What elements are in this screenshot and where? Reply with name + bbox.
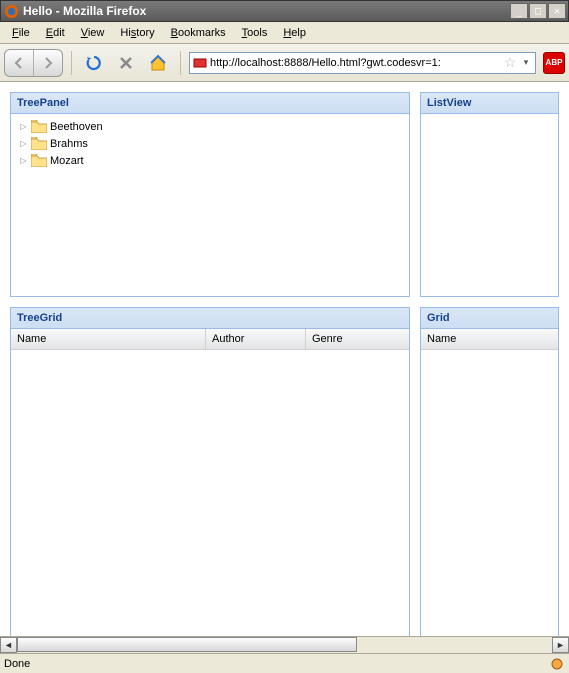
site-favicon-icon — [192, 55, 208, 71]
menu-bookmarks[interactable]: Bookmarks — [163, 25, 234, 41]
folder-icon — [31, 137, 47, 150]
window-title: Hello - Mozilla Firefox — [23, 4, 510, 18]
menu-help[interactable]: Help — [275, 25, 314, 41]
tree-node[interactable]: ▷ Mozart — [15, 152, 405, 169]
navigation-toolbar: ☆ ▾ ABP — [0, 44, 569, 82]
close-button[interactable]: ✕ — [548, 3, 566, 19]
expand-icon[interactable]: ▷ — [19, 139, 28, 148]
scroll-thumb[interactable] — [17, 637, 357, 652]
window-titlebar: Hello - Mozilla Firefox _ □ ✕ — [0, 0, 569, 22]
panel-treegrid: TreeGrid Name Author Genre — [10, 307, 410, 636]
column-header-name[interactable]: Name — [421, 329, 551, 349]
menu-history[interactable]: History — [112, 25, 162, 41]
bookmark-star-icon[interactable]: ☆ — [501, 54, 519, 71]
folder-icon — [31, 120, 47, 133]
scroll-track[interactable] — [17, 637, 552, 653]
tree-node[interactable]: ▷ Brahms — [15, 135, 405, 152]
url-dropdown-icon[interactable]: ▾ — [519, 57, 533, 68]
window-controls: _ □ ✕ — [510, 3, 566, 19]
firebug-icon[interactable] — [549, 656, 565, 672]
menu-tools[interactable]: Tools — [234, 25, 276, 41]
panel-treegrid-header: TreeGrid — [11, 308, 409, 329]
panel-listview-header: ListView — [421, 93, 558, 114]
url-bar: ☆ ▾ — [189, 52, 536, 74]
tree-node[interactable]: ▷ Beethoven — [15, 118, 405, 135]
forward-button[interactable] — [34, 50, 62, 76]
grid-columns: Name — [421, 329, 558, 350]
expand-icon[interactable]: ▷ — [19, 122, 28, 131]
column-header-name[interactable]: Name — [11, 329, 206, 349]
stop-button[interactable] — [112, 49, 140, 77]
scroll-left-button[interactable]: ◄ — [0, 637, 17, 653]
menubar: File Edit View History Bookmarks Tools H… — [0, 22, 569, 44]
home-button[interactable] — [144, 49, 172, 77]
firefox-icon — [3, 3, 19, 19]
panel-grid-body: Name — [421, 329, 558, 636]
url-input[interactable] — [208, 57, 501, 69]
adblock-icon[interactable]: ABP — [543, 52, 565, 74]
menu-file[interactable]: File — [4, 25, 38, 41]
panel-listview: ListView — [420, 92, 559, 297]
minimize-button[interactable]: _ — [510, 3, 528, 19]
folder-icon — [31, 154, 47, 167]
column-header-genre[interactable]: Genre — [306, 329, 406, 349]
panel-treegrid-body: Name Author Genre — [11, 329, 409, 636]
menu-view[interactable]: View — [73, 25, 113, 41]
nav-arrows — [4, 49, 63, 77]
horizontal-scrollbar: ◄ ► — [0, 636, 569, 653]
menu-edit[interactable]: Edit — [38, 25, 73, 41]
panel-grid: Grid Name — [420, 307, 559, 636]
statusbar: Done — [0, 653, 569, 673]
panel-listview-body — [421, 114, 558, 296]
maximize-button[interactable]: □ — [529, 3, 547, 19]
expand-icon[interactable]: ▷ — [19, 156, 28, 165]
back-button[interactable] — [5, 50, 33, 76]
tree-label: Mozart — [50, 155, 84, 167]
panel-treepanel-body: ▷ Beethoven ▷ Brahms ▷ Mozart — [11, 114, 409, 296]
tree-label: Brahms — [50, 138, 88, 150]
panel-treepanel: TreePanel ▷ Beethoven ▷ Brahms ▷ Mozart — [10, 92, 410, 297]
panel-grid-header: Grid — [421, 308, 558, 329]
panel-treepanel-header: TreePanel — [11, 93, 409, 114]
tree-label: Beethoven — [50, 121, 103, 133]
page-content: TreePanel ▷ Beethoven ▷ Brahms ▷ Mozart — [0, 82, 569, 636]
treegrid-columns: Name Author Genre — [11, 329, 409, 350]
scroll-right-button[interactable]: ► — [552, 637, 569, 653]
status-text: Done — [4, 658, 549, 670]
reload-button[interactable] — [80, 49, 108, 77]
column-header-author[interactable]: Author — [206, 329, 306, 349]
